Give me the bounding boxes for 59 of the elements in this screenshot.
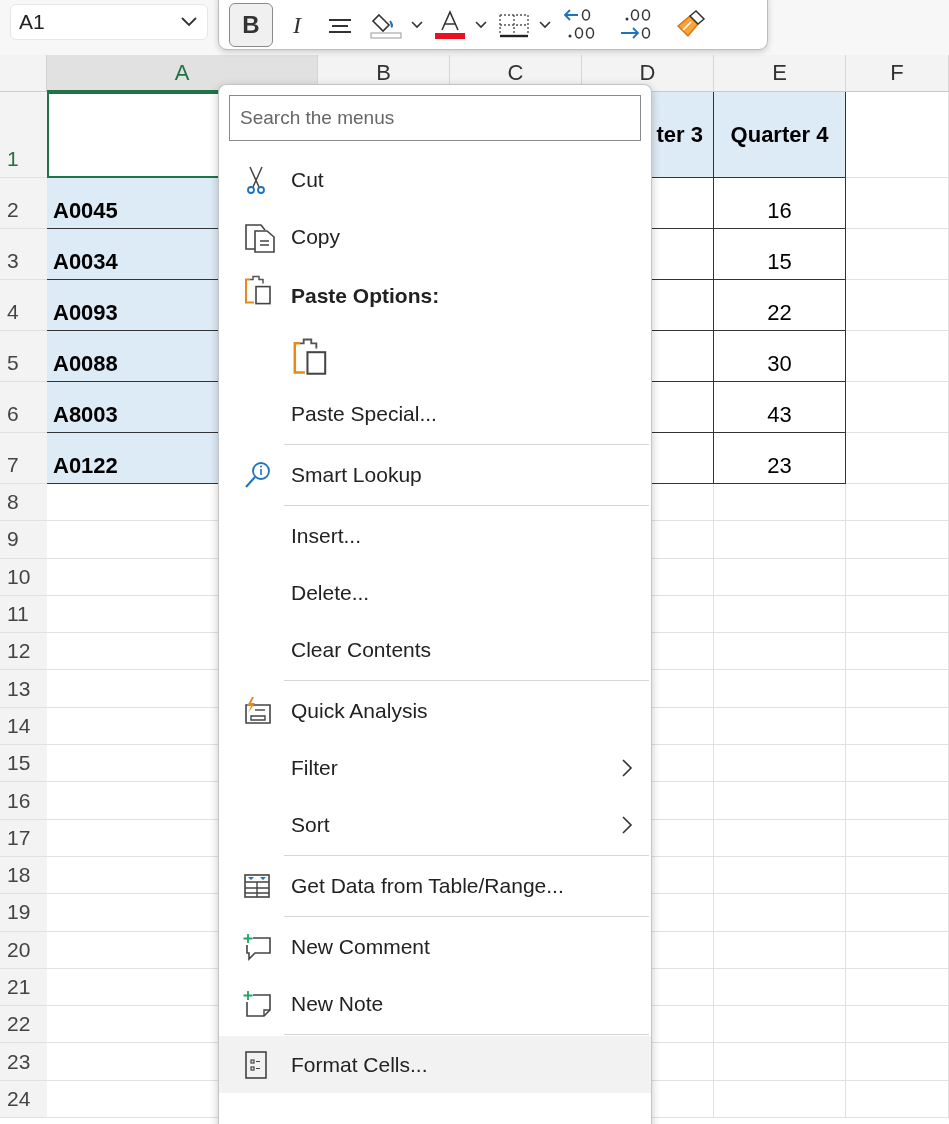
menu-item[interactable]: Sort	[219, 796, 651, 853]
table-cell: 30	[714, 331, 846, 382]
comment-icon	[243, 931, 273, 962]
table-cell: 43	[714, 382, 846, 433]
row-header[interactable]: 8	[0, 484, 47, 522]
row-header[interactable]: 2	[0, 178, 47, 229]
row-header[interactable]: 1	[0, 92, 47, 178]
name-box[interactable]: A1	[10, 4, 208, 40]
magnifier-icon	[243, 459, 273, 490]
row-header[interactable]: 13	[0, 670, 47, 708]
menu-item[interactable]: Delete...	[219, 564, 651, 621]
row-header[interactable]: 23	[0, 1043, 47, 1081]
row-header[interactable]: 20	[0, 931, 47, 969]
column-header[interactable]: E	[714, 55, 846, 92]
row-header[interactable]: 9	[0, 521, 47, 559]
note-icon	[243, 988, 273, 1019]
menu-item[interactable]: New Note	[219, 975, 651, 1032]
row-header[interactable]: 11	[0, 595, 47, 634]
menu-item[interactable]: Get Data from Table/Range...	[219, 857, 651, 914]
chevron-down-icon[interactable]	[181, 17, 197, 27]
caret-icon[interactable]	[539, 21, 551, 29]
menu-item[interactable]: Filter	[219, 739, 651, 796]
row-header[interactable]: 12	[0, 633, 47, 671]
clipboard-icon	[243, 273, 273, 306]
menu-item[interactable]: Quick Analysis	[219, 682, 651, 739]
caret-icon[interactable]	[475, 21, 487, 29]
quick-analysis-icon	[243, 695, 273, 726]
search-field[interactable]: Search the menus	[229, 95, 641, 141]
row-header[interactable]: 16	[0, 782, 47, 820]
row-header[interactable]: 5	[0, 331, 47, 382]
caret-icon[interactable]	[411, 21, 423, 29]
table-cell: 16	[714, 178, 846, 229]
row-header[interactable]: 22	[0, 1006, 47, 1044]
row-header[interactable]: 3	[0, 229, 47, 280]
row-header[interactable]: 24	[0, 1080, 47, 1119]
menu-item[interactable]: Clear Contents	[219, 621, 651, 678]
row-header[interactable]: 15	[0, 745, 47, 783]
menu-item[interactable]: New Comment	[219, 918, 651, 975]
column-header[interactable]: F	[846, 55, 949, 92]
table-cell: 22	[714, 280, 846, 331]
table-cell: 23	[714, 433, 846, 484]
row-header[interactable]: 17	[0, 819, 47, 857]
italic-button[interactable]: I	[279, 3, 315, 47]
menu-item[interactable]: Format Cells...	[219, 1036, 651, 1093]
menu-item[interactable]: Insert...	[219, 507, 651, 564]
row-header[interactable]: 4	[0, 280, 47, 331]
row-header[interactable]: 21	[0, 968, 47, 1007]
row-header[interactable]: 7	[0, 433, 47, 484]
row-header[interactable]: 14	[0, 707, 47, 746]
column-header[interactable]: A	[47, 55, 318, 92]
table-icon	[243, 871, 271, 900]
row-header[interactable]: 10	[0, 558, 47, 596]
row-header[interactable]: 19	[0, 894, 47, 932]
row-header[interactable]: 6	[0, 382, 47, 433]
table-cell: 15	[714, 229, 846, 280]
bold-button[interactable]: B	[229, 3, 273, 47]
format-cells-icon	[243, 1049, 269, 1080]
table-cell: Quarter 4	[714, 92, 846, 178]
row-header[interactable]: 18	[0, 856, 47, 895]
